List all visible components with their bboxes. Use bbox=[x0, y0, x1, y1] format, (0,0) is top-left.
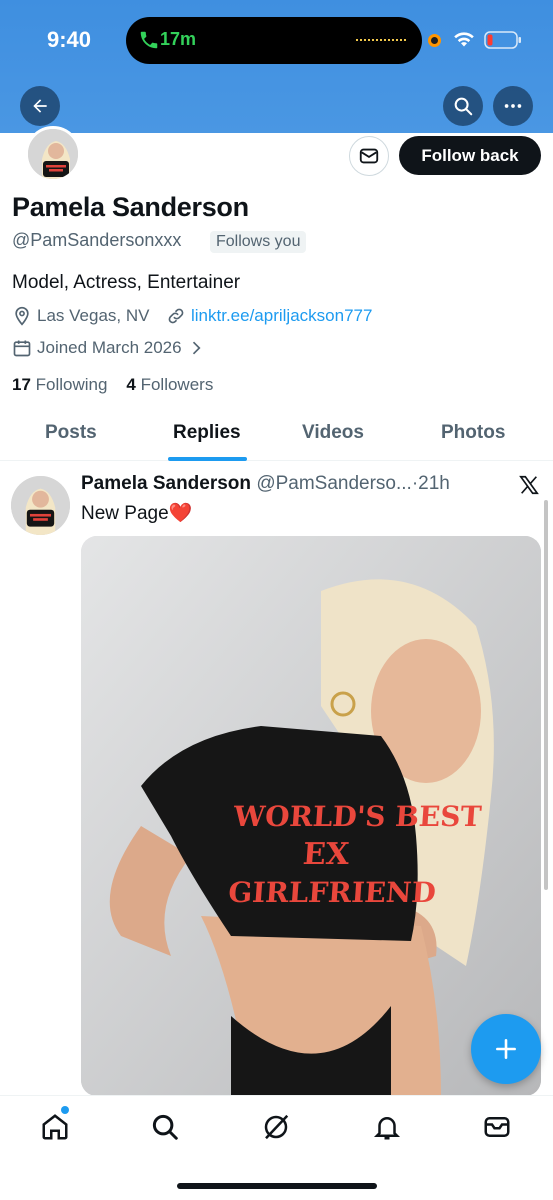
post-handle[interactable]: @PamSanderso... bbox=[256, 473, 412, 494]
profile-bio: Model, Actress, Entertainer bbox=[12, 272, 241, 293]
follow-stats: 17 Following 4 Followers bbox=[12, 375, 213, 395]
call-duration: 17m bbox=[160, 29, 197, 49]
compose-button[interactable] bbox=[471, 1014, 541, 1084]
shirt-line-3: GIRLFRIEND bbox=[227, 876, 437, 909]
more-horizontal-icon bbox=[504, 104, 522, 108]
home-notification-dot bbox=[61, 1106, 69, 1114]
post-avatar[interactable] bbox=[11, 476, 70, 535]
battery-icon bbox=[484, 31, 521, 49]
joined-text: Joined March 2026 bbox=[37, 338, 182, 357]
following-count: 17 bbox=[12, 375, 31, 394]
profile-link[interactable]: linktr.ee/apriljackson777 bbox=[166, 306, 372, 326]
post-text-body: New Page bbox=[81, 503, 169, 524]
wifi-icon bbox=[454, 32, 474, 47]
link-icon bbox=[168, 308, 184, 324]
post-text: New Page❤️ bbox=[81, 501, 192, 525]
followers-label: Followers bbox=[140, 375, 214, 394]
location-pin-icon bbox=[15, 306, 29, 326]
back-button[interactable] bbox=[20, 86, 60, 126]
audio-indicator bbox=[356, 39, 406, 42]
calendar-icon bbox=[13, 340, 31, 357]
messages-icon[interactable] bbox=[482, 1112, 512, 1142]
chevron-right-icon bbox=[192, 341, 201, 355]
profile-name: Pamela Sanderson bbox=[12, 192, 249, 222]
status-time: 9:40 bbox=[47, 27, 92, 52]
profile-joined[interactable]: Joined March 2026 bbox=[12, 338, 211, 358]
scrollbar[interactable] bbox=[544, 500, 548, 890]
post-media-image[interactable]: WORLD'S BEST EX GIRLFRIEND bbox=[81, 536, 541, 1096]
more-button[interactable] bbox=[493, 86, 533, 126]
shirt-line-1: WORLD'S BEST bbox=[232, 800, 483, 833]
follow-back-button[interactable]: Follow back bbox=[399, 136, 541, 175]
tab-replies[interactable]: Replies bbox=[173, 422, 241, 444]
search-icon bbox=[454, 97, 473, 116]
mail-icon bbox=[359, 148, 379, 164]
search-icon[interactable] bbox=[150, 1112, 180, 1142]
shirt-print: WORLD'S BEST EX GIRLFRIEND bbox=[227, 798, 483, 912]
search-button[interactable] bbox=[443, 86, 483, 126]
avatar-image bbox=[28, 129, 78, 179]
following-link[interactable]: 17 Following bbox=[12, 375, 107, 394]
followers-link[interactable]: 4 Followers bbox=[126, 375, 213, 394]
tab-photos[interactable]: Photos bbox=[441, 422, 505, 444]
heart-emoji: ❤️ bbox=[168, 503, 193, 524]
active-tab-indicator bbox=[168, 457, 247, 461]
message-button[interactable] bbox=[349, 136, 389, 176]
profile-location: Las Vegas, NV bbox=[12, 306, 149, 326]
post-avatar-image bbox=[11, 476, 70, 535]
notifications-icon[interactable] bbox=[372, 1112, 402, 1142]
home-indicator[interactable] bbox=[177, 1183, 377, 1189]
plus-icon bbox=[496, 1039, 516, 1059]
follows-you-badge: Follows you bbox=[210, 231, 307, 253]
location-text: Las Vegas, NV bbox=[37, 306, 150, 325]
post-header: Pamela Sanderson @PamSanderso...·21h bbox=[81, 473, 450, 494]
tab-posts[interactable]: Posts bbox=[45, 422, 97, 444]
link-text[interactable]: linktr.ee/apriljackson777 bbox=[191, 306, 372, 326]
following-label: Following bbox=[35, 375, 108, 394]
post-author[interactable]: Pamela Sanderson bbox=[81, 473, 251, 494]
dynamic-island[interactable]: 17m bbox=[126, 17, 422, 64]
arrow-left-icon bbox=[33, 99, 47, 113]
profile-handle: @PamSandersonxxx bbox=[12, 230, 182, 250]
home-icon[interactable] bbox=[40, 1112, 70, 1142]
phone-icon bbox=[140, 31, 158, 49]
profile-avatar[interactable] bbox=[25, 126, 81, 182]
privacy-indicator-icon bbox=[428, 34, 441, 47]
profile-tabs: Posts Replies Videos Photos bbox=[0, 413, 553, 461]
x-logo-icon bbox=[519, 475, 539, 495]
tab-videos[interactable]: Videos bbox=[302, 422, 364, 444]
followers-count: 4 bbox=[126, 375, 136, 394]
post-time: 21h bbox=[418, 473, 450, 494]
shirt-line-2: EX bbox=[301, 837, 351, 872]
grok-icon[interactable] bbox=[261, 1112, 291, 1142]
